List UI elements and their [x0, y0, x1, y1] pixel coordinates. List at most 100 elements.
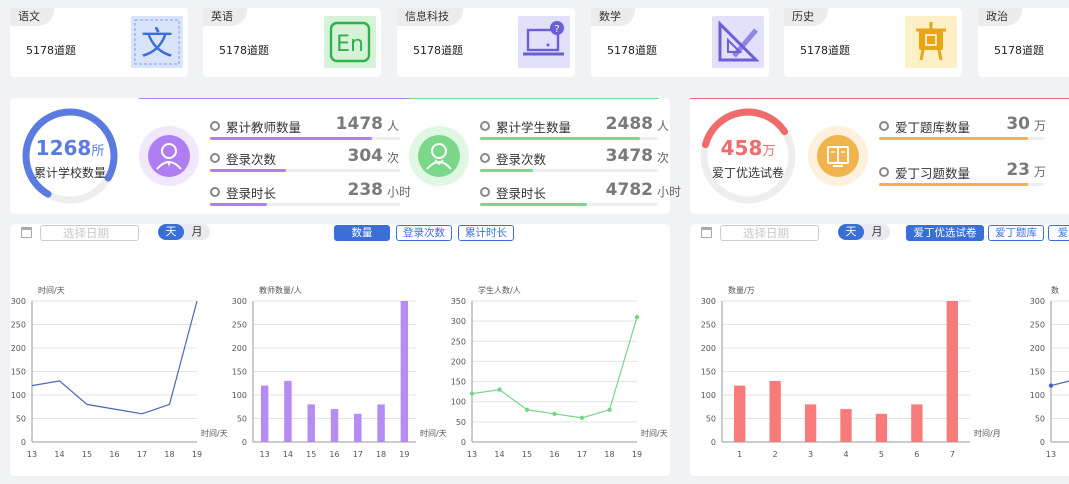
x-tick-label: 2 [773, 450, 778, 459]
bar [804, 404, 817, 442]
y-tick-label: 50 [16, 415, 26, 424]
y-tick-label: 200 [701, 344, 716, 353]
y-tick-label: 50 [1035, 415, 1045, 424]
y-tick-label: 150 [11, 368, 26, 377]
bar [260, 385, 269, 442]
y-tick-label: 0 [711, 438, 716, 447]
y-tick-label: 0 [1040, 438, 1045, 447]
y-tick-label: 0 [242, 438, 247, 447]
x-tick-label: 13 [467, 450, 477, 459]
y-tick-label: 300 [11, 297, 26, 306]
bar [875, 413, 888, 442]
x-tick-label: 16 [109, 450, 119, 459]
data-point [579, 415, 585, 421]
bar [840, 409, 852, 442]
x-tick-label: 17 [137, 450, 147, 459]
x-axis-title: 时间/月 [974, 428, 1001, 438]
bar [284, 380, 292, 442]
x-tick-label: 14 [283, 450, 293, 459]
y-tick-label: 0 [21, 438, 26, 447]
y-axis-title: 时间/天 [38, 285, 65, 295]
x-tick-label: 1 [737, 450, 742, 459]
y-axis-title: 学生人数/人 [478, 285, 521, 295]
x-axis-title: 时间/天 [641, 428, 668, 438]
y-tick-label: 100 [1030, 391, 1045, 400]
bar [400, 301, 409, 442]
x-axis-title: 时间/天 [201, 428, 228, 438]
bar [946, 301, 958, 442]
x-tick-label: 14 [494, 450, 504, 459]
y-tick-label: 300 [451, 317, 466, 326]
bar [354, 413, 362, 442]
x-tick-label: 14 [54, 450, 64, 459]
y-tick-label: 100 [232, 391, 247, 400]
y-axis-title: 数量/万 [728, 285, 755, 295]
x-tick-label: 13 [1046, 450, 1056, 459]
y-tick-label: 300 [701, 297, 716, 306]
bar [911, 404, 923, 442]
x-tick-label: 13 [27, 450, 37, 459]
x-tick-label: 5 [879, 450, 884, 459]
data-point [607, 407, 612, 412]
y-tick-label: 250 [11, 321, 26, 330]
bar [734, 385, 746, 442]
x-tick-label: 18 [604, 450, 614, 459]
y-tick-label: 150 [451, 378, 466, 387]
x-tick-label: 15 [522, 450, 532, 459]
y-tick-label: 250 [232, 321, 247, 330]
y-tick-label: 250 [451, 337, 466, 346]
y-tick-label: 50 [237, 415, 247, 424]
x-tick-label: 18 [376, 450, 386, 459]
data-point [524, 407, 530, 412]
y-axis-title: 数 [1051, 285, 1059, 295]
x-tick-label: 13 [260, 450, 270, 459]
x-axis-title: 时间/天 [420, 428, 447, 438]
series-line [31, 300, 198, 415]
series-line [1050, 380, 1069, 387]
data-point [469, 391, 475, 396]
y-tick-label: 250 [701, 321, 716, 330]
y-tick-label: 200 [232, 344, 247, 353]
x-tick-label: 17 [353, 450, 363, 459]
bar [769, 380, 781, 442]
x-tick-label: 18 [164, 450, 174, 459]
y-tick-label: 200 [451, 357, 466, 366]
y-tick-label: 100 [701, 391, 716, 400]
y-tick-label: 300 [1030, 297, 1045, 306]
y-axis-title: 教师数量/人 [259, 285, 302, 295]
charts-layer: 050100150200250300时间/天时间/天13 14 15 16 17 18 19… [11, 285, 1069, 459]
y-tick-label: 300 [232, 297, 247, 306]
x-tick-label: 15 [306, 450, 316, 459]
x-tick-label: 17 [577, 450, 587, 459]
y-tick-label: 150 [1030, 368, 1045, 377]
y-tick-label: 150 [232, 368, 247, 377]
bar [377, 404, 385, 442]
x-tick-label: 15 [82, 450, 92, 459]
x-tick-label: 3 [808, 450, 813, 459]
series-line [471, 316, 638, 419]
y-tick-label: 350 [451, 297, 466, 306]
y-tick-label: 50 [456, 418, 466, 427]
y-tick-label: 200 [1030, 344, 1045, 353]
y-tick-label: 200 [11, 344, 26, 353]
x-tick-label: 4 [843, 450, 848, 459]
y-tick-label: 50 [706, 415, 716, 424]
x-tick-label: 16 [329, 450, 339, 459]
y-tick-label: 100 [451, 398, 466, 407]
data-point [552, 411, 557, 416]
x-tick-label: 19 [632, 450, 642, 459]
y-tick-label: 150 [701, 368, 716, 377]
x-tick-label: 6 [914, 450, 919, 459]
bar [307, 404, 315, 442]
y-tick-label: 0 [461, 438, 466, 447]
y-tick-label: 250 [1030, 321, 1045, 330]
x-tick-label: 7 [950, 450, 955, 459]
bar [330, 409, 339, 442]
x-tick-label: 19 [399, 450, 409, 459]
data-point [634, 314, 640, 320]
data-point [1048, 383, 1054, 388]
data-point [497, 387, 502, 392]
x-tick-label: 16 [549, 450, 559, 459]
x-tick-label: 19 [192, 450, 202, 459]
y-tick-label: 100 [11, 391, 26, 400]
